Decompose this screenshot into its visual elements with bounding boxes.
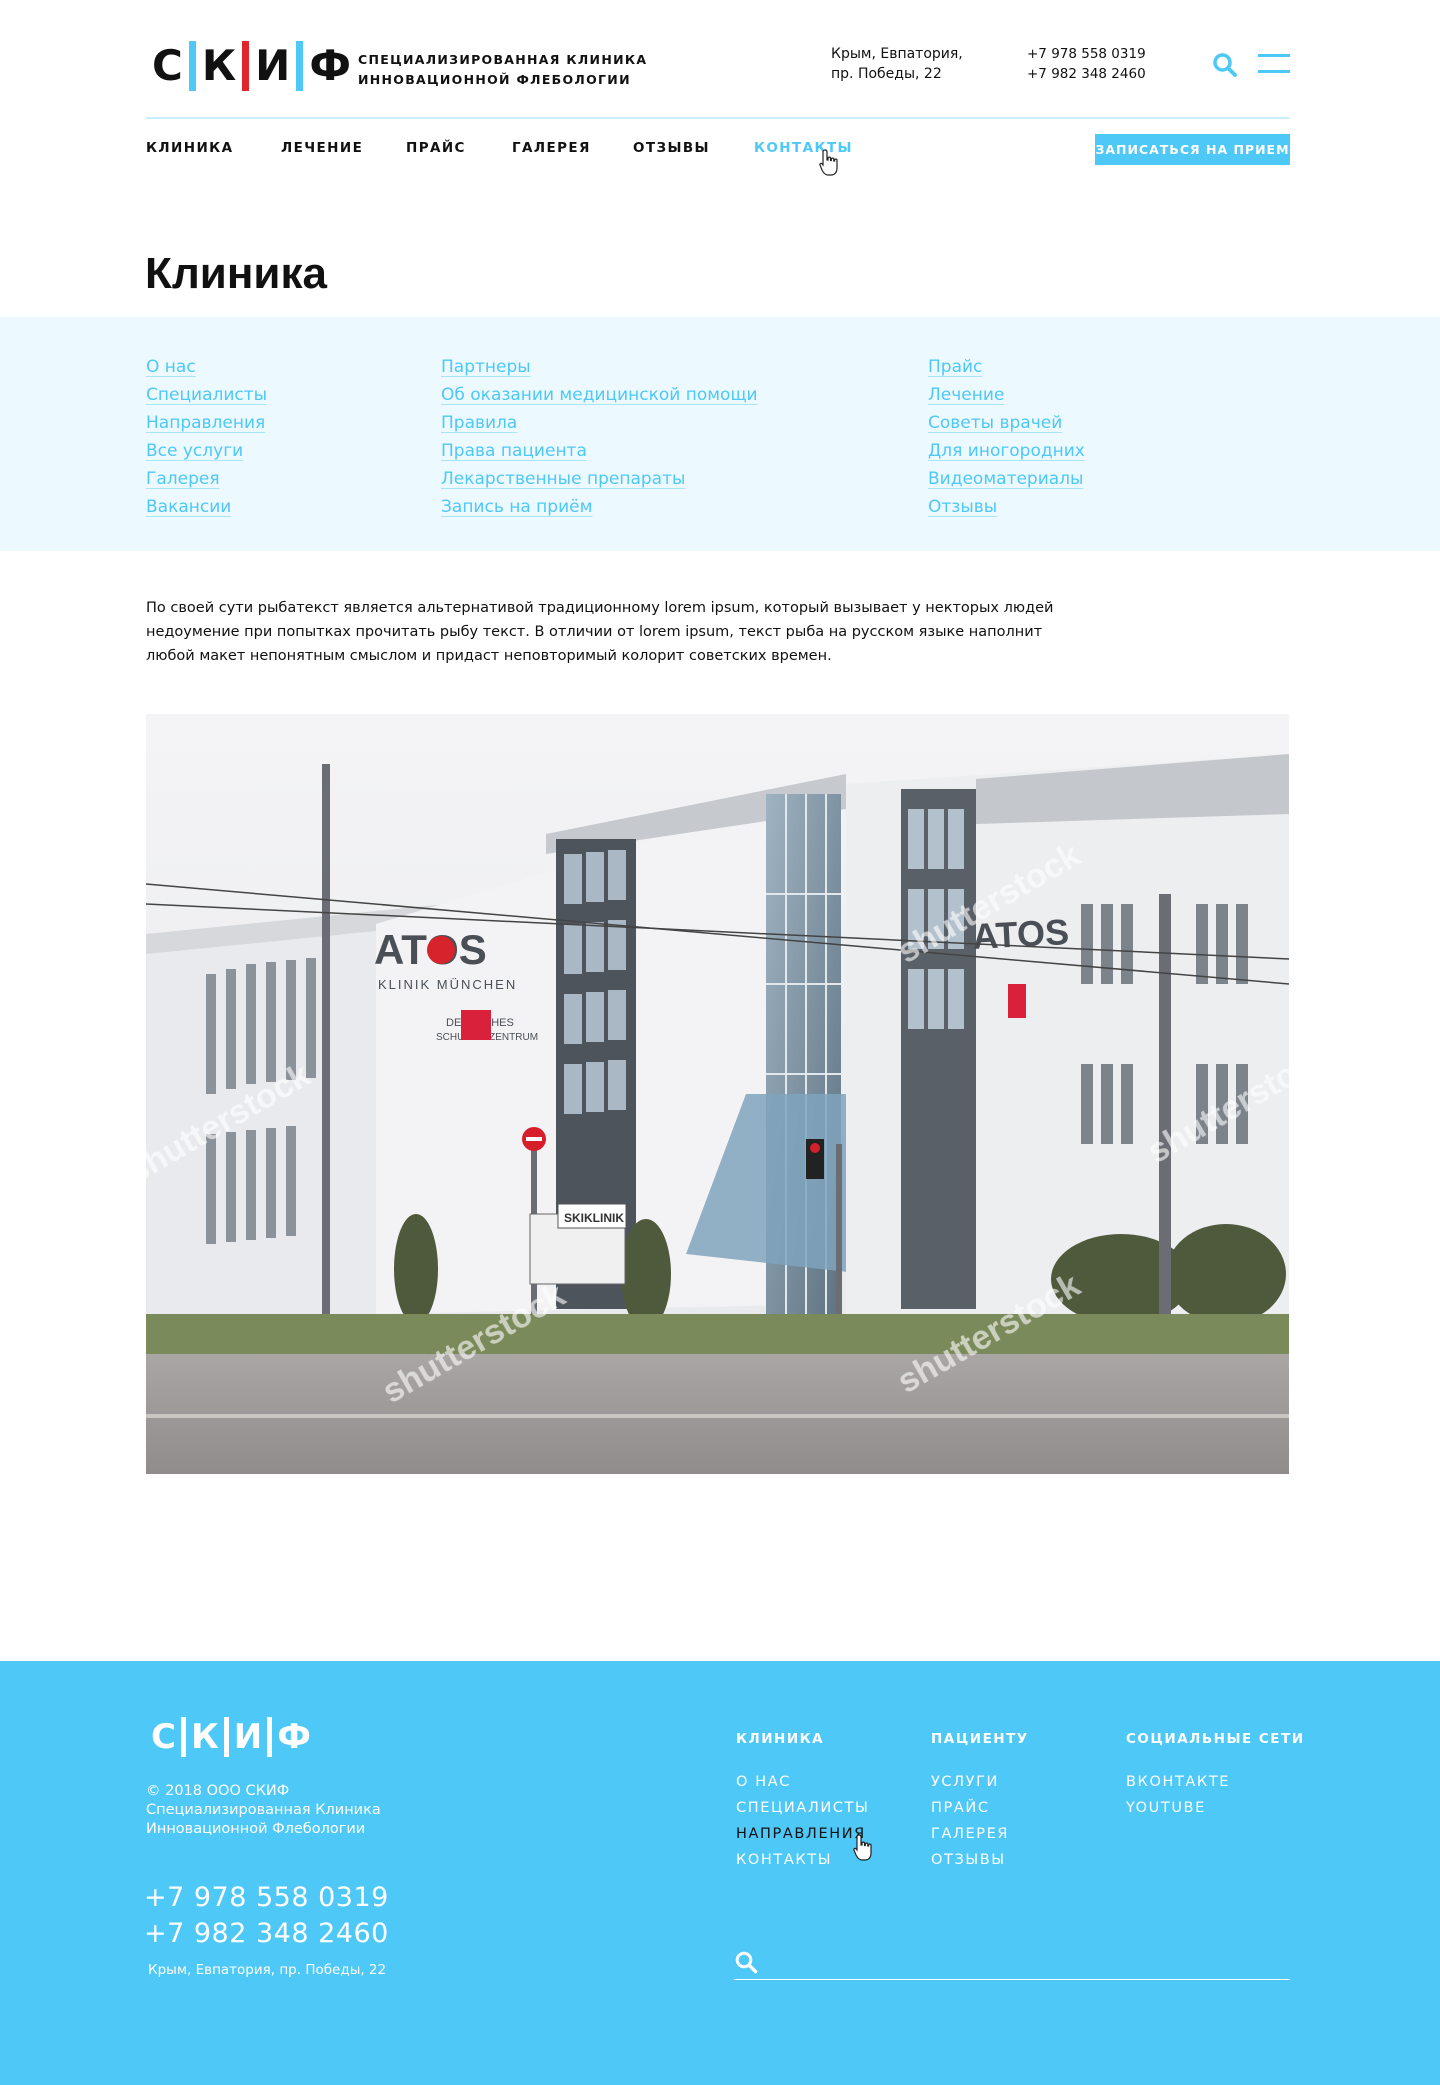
- link-treatment[interactable]: Лечение: [928, 381, 1085, 409]
- footer-link-price[interactable]: Прайс: [931, 1795, 1009, 1821]
- copyright-line: Специализированная Клиника: [146, 1802, 381, 1818]
- link-medical-care[interactable]: Об оказании медицинской помощи: [441, 381, 758, 409]
- link-gallery[interactable]: Галерея: [146, 465, 267, 493]
- nav-item-gallery[interactable]: Галерея: [512, 140, 591, 156]
- section-links-panel: О нас Специалисты Направления Все услуги…: [0, 317, 1440, 551]
- site-footer: С К И Ф © 2018 ООО СКИФ Специализированн…: [0, 1661, 1440, 2085]
- link-price[interactable]: Прайс: [928, 353, 1085, 381]
- logo-subtitle-line: инновационной флебологии: [358, 72, 631, 87]
- footer-col-title: Клиника: [736, 1731, 825, 1747]
- link-patient-rights[interactable]: Права пациента: [441, 437, 758, 465]
- copyright-line: Инновационной Флебологии: [146, 1821, 366, 1837]
- nav-item-treatment[interactable]: Лечение: [281, 140, 363, 156]
- link-specialists[interactable]: Специалисты: [146, 381, 267, 409]
- footer-col-title: Пациенту: [931, 1731, 1029, 1747]
- footer-link-directions[interactable]: Направления: [736, 1821, 869, 1847]
- footer-menu: Вконтакте YouTube: [1126, 1769, 1230, 1821]
- link-partners[interactable]: Партнеры: [441, 353, 758, 381]
- footer-link-vkontakte[interactable]: Вконтакте: [1126, 1769, 1230, 1795]
- logo-letter: С: [152, 41, 183, 90]
- footer-copyright: © 2018 ООО СКИФ Специализированная Клини…: [146, 1782, 381, 1839]
- search-icon[interactable]: [734, 1950, 758, 1974]
- footer-menu: О нас Специалисты Направления Контакты: [736, 1769, 869, 1873]
- logo-subtitle: Специализированная клиника инновационной…: [358, 50, 647, 90]
- logo-letter: К: [201, 41, 237, 90]
- address-line: пр. Победы, 22: [831, 66, 942, 82]
- logo[interactable]: С К И Ф: [146, 40, 357, 92]
- link-rules[interactable]: Правила: [441, 409, 758, 437]
- logo-divider: [242, 41, 250, 91]
- footer-link-gallery[interactable]: Галерея: [931, 1821, 1009, 1847]
- link-doctor-tips[interactable]: Советы врачей: [928, 409, 1085, 437]
- links-column: Партнеры Об оказании медицинской помощи …: [441, 353, 758, 521]
- link-all-services[interactable]: Все услуги: [146, 437, 267, 465]
- logo-divider: [188, 41, 196, 91]
- header-phones: +7 978 558 0319 +7 982 348 2460: [1027, 44, 1146, 84]
- link-vacancies[interactable]: Вакансии: [146, 493, 267, 521]
- logo-letter: И: [233, 1717, 263, 1757]
- footer-phone[interactable]: +7 978 558 0319: [144, 1880, 389, 1916]
- logo-letter: Ф: [309, 41, 351, 90]
- logo-letter: К: [190, 1717, 219, 1757]
- photo-street-sign: SKIKLINIK: [564, 1211, 624, 1225]
- footer-link-services[interactable]: Услуги: [931, 1769, 1009, 1795]
- logo-letter: С: [151, 1717, 176, 1757]
- links-column: Прайс Лечение Советы врачей Для иногород…: [928, 353, 1085, 521]
- footer-link-contacts[interactable]: Контакты: [736, 1847, 869, 1873]
- phone-link[interactable]: +7 978 558 0319: [1027, 44, 1146, 64]
- photo-sign-subtitle: KLINIK MÜNCHEN: [378, 977, 517, 992]
- footer-address: Крым, Евпатория, пр. Победы, 22: [148, 1962, 387, 1978]
- footer-link-youtube[interactable]: YouTube: [1126, 1795, 1230, 1821]
- intro-paragraph: По своей сути рыбатекст является альтерн…: [146, 600, 1054, 664]
- logo-letter: И: [255, 41, 291, 90]
- page-title: Клиника: [145, 249, 327, 298]
- links-column: О нас Специалисты Направления Все услуги…: [146, 353, 267, 521]
- footer-link-reviews[interactable]: Отзывы: [931, 1847, 1009, 1873]
- link-about[interactable]: О нас: [146, 353, 267, 381]
- logo-letter: Ф: [277, 1717, 311, 1757]
- phone-link[interactable]: +7 982 348 2460: [1027, 64, 1146, 84]
- hand-cursor-icon: [853, 1834, 872, 1861]
- nav-item-price[interactable]: Прайс: [406, 140, 466, 156]
- header-address: Крым, Евпатория, пр. Победы, 22: [831, 44, 963, 84]
- link-videos[interactable]: Видеоматериалы: [928, 465, 1085, 493]
- nav-item-clinic[interactable]: Клиника: [146, 140, 233, 156]
- logo-divider: [296, 41, 304, 91]
- link-medicines[interactable]: Лекарственные препараты: [441, 465, 758, 493]
- search-icon[interactable]: [1212, 52, 1238, 78]
- footer-menu: Услуги Прайс Галерея Отзывы: [931, 1769, 1009, 1873]
- logo-subtitle-line: Специализированная клиника: [358, 52, 648, 67]
- footer-col-title: Социальные сети: [1126, 1731, 1305, 1747]
- nav-item-reviews[interactable]: Отзывы: [633, 140, 710, 156]
- footer-link-about[interactable]: О нас: [736, 1769, 869, 1795]
- clinic-photo: ATOS KLINIK MÜNCHEN DEUTSCHES SCHULTERZE…: [146, 714, 1289, 1474]
- link-directions[interactable]: Направления: [146, 409, 267, 437]
- copyright-line: © 2018 ООО СКИФ: [146, 1783, 290, 1799]
- clinic-building-image: ATOS KLINIK MÜNCHEN DEUTSCHES SCHULTERZE…: [146, 714, 1289, 1474]
- footer-logo[interactable]: С К И Ф: [146, 1715, 316, 1759]
- footer-search-input[interactable]: [770, 1944, 1280, 1978]
- footer-phone[interactable]: +7 982 348 2460: [144, 1916, 389, 1952]
- hamburger-icon[interactable]: [1258, 54, 1290, 78]
- footer-search: [734, 1944, 1290, 1980]
- book-appointment-button[interactable]: Записаться на прием: [1095, 134, 1290, 165]
- link-reviews[interactable]: Отзывы: [928, 493, 1085, 521]
- link-nonresidents[interactable]: Для иногородних: [928, 437, 1085, 465]
- link-appointment[interactable]: Запись на приём: [441, 493, 758, 521]
- footer-link-specialists[interactable]: Специалисты: [736, 1795, 869, 1821]
- hand-cursor-icon: [819, 149, 838, 176]
- site-header: С К И Ф Специализированная клиника иннов…: [0, 0, 1440, 190]
- address-line: Крым, Евпатория,: [831, 46, 963, 62]
- header-divider: [146, 117, 1290, 119]
